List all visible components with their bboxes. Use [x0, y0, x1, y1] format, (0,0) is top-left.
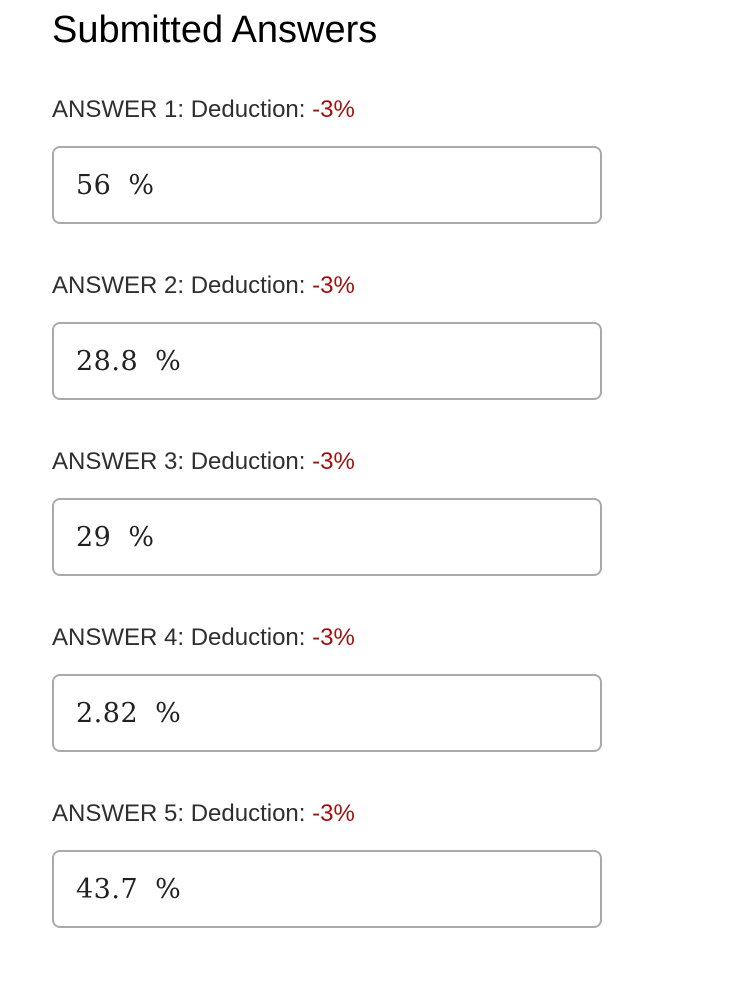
answer-label: ANSWER 1: Deduction: -3% — [52, 96, 602, 124]
answer-field-2[interactable]: 28.8% — [52, 322, 602, 400]
answer-field-5[interactable]: 43.7% — [52, 850, 602, 928]
answer-field-3[interactable]: 29% — [52, 498, 602, 576]
answer-block-4: ANSWER 4: Deduction: -3% 2.82% — [52, 624, 602, 752]
deduction-value: -3% — [312, 448, 355, 475]
answer-unit: % — [128, 169, 155, 201]
answer-label-text: ANSWER 3: Deduction: — [52, 448, 306, 475]
answer-value: 28.8 — [76, 345, 139, 377]
answer-label: ANSWER 4: Deduction: -3% — [52, 624, 602, 652]
answer-block-2: ANSWER 2: Deduction: -3% 28.8% — [52, 272, 602, 400]
answer-value: 2.82 — [76, 697, 139, 729]
deduction-value: -3% — [312, 96, 355, 123]
answer-value: 29 — [76, 521, 112, 553]
answer-label-text: ANSWER 2: Deduction: — [52, 272, 306, 299]
answer-field-1[interactable]: 56% — [52, 146, 602, 224]
answer-label: ANSWER 5: Deduction: -3% — [52, 800, 602, 828]
answer-unit: % — [155, 873, 181, 905]
answer-unit: % — [128, 521, 155, 553]
answer-value: 43.7 — [76, 873, 139, 905]
answer-label-text: ANSWER 5: Deduction: — [52, 800, 306, 827]
answer-block-3: ANSWER 3: Deduction: -3% 29% — [52, 448, 602, 576]
answer-unit: % — [155, 345, 181, 377]
deduction-value: -3% — [312, 624, 355, 651]
answer-label: ANSWER 2: Deduction: -3% — [52, 272, 602, 300]
answer-label: ANSWER 3: Deduction: -3% — [52, 448, 602, 476]
answer-block-5: ANSWER 5: Deduction: -3% 43.7% — [52, 800, 602, 928]
answer-field-4[interactable]: 2.82% — [52, 674, 602, 752]
answer-unit: % — [155, 697, 181, 729]
answer-value: 56 — [76, 169, 112, 201]
page-title: Submitted Answers — [52, 9, 378, 51]
deduction-value: -3% — [312, 800, 355, 827]
answer-block-1: ANSWER 1: Deduction: -3% 56% — [52, 96, 602, 224]
answer-label-text: ANSWER 1: Deduction: — [52, 96, 306, 123]
answer-label-text: ANSWER 4: Deduction: — [52, 624, 306, 651]
deduction-value: -3% — [312, 272, 355, 299]
